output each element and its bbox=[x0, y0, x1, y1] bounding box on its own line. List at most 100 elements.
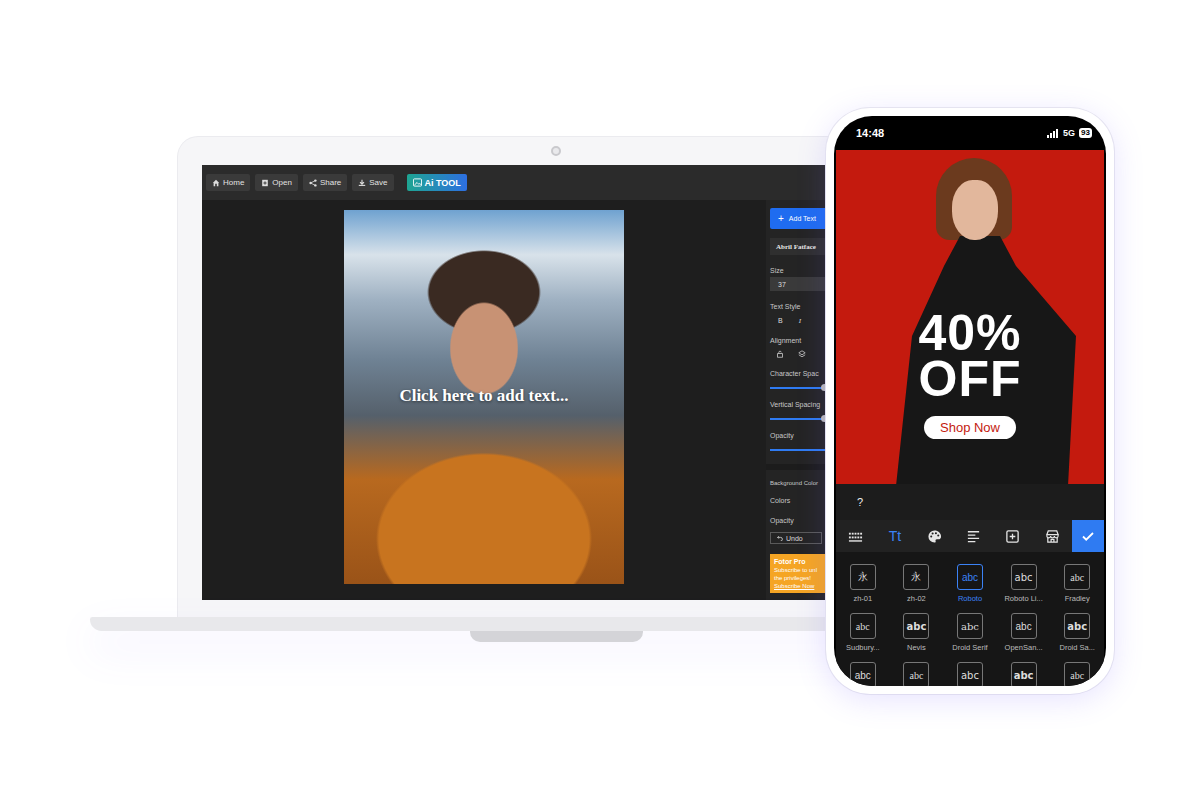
subscribe-link[interactable]: Subscribe Now bbox=[774, 583, 828, 589]
font-select[interactable]: Abril Fatface bbox=[770, 238, 828, 255]
font-option[interactable]: abc Nevis bbox=[890, 613, 944, 662]
pro-promo[interactable]: Fotor ProSubscribe to unlthe privileges!… bbox=[770, 554, 828, 593]
toolbar-button[interactable]: Share bbox=[303, 174, 347, 191]
ai-tool-button[interactable]: Ai TOOL bbox=[407, 174, 467, 191]
slider-track[interactable] bbox=[770, 418, 828, 420]
font-preview[interactable]: abc bbox=[1064, 613, 1090, 639]
font-option[interactable]: abcFradley bbox=[1050, 564, 1104, 613]
store-tool[interactable] bbox=[1033, 520, 1072, 552]
font-preview[interactable]: abc bbox=[850, 613, 876, 639]
font-option[interactable]: abc bbox=[890, 662, 944, 686]
italic-button[interactable]: I bbox=[799, 317, 801, 325]
add-tool[interactable] bbox=[993, 520, 1032, 552]
font-option[interactable]: abcSudbury... bbox=[836, 613, 890, 662]
font-option[interactable]: abc Droid Serif bbox=[943, 613, 997, 662]
slider-label: Vertical Spacing bbox=[770, 401, 828, 408]
font-glyph: abc bbox=[1067, 621, 1087, 632]
font-option[interactable]: abc bbox=[1050, 662, 1104, 686]
toolbar-button-label: Open bbox=[272, 178, 292, 187]
font-name: Roboto bbox=[958, 594, 982, 603]
save-icon bbox=[358, 179, 366, 187]
font-glyph: abc bbox=[1016, 621, 1032, 632]
font-preview[interactable]: abc bbox=[903, 662, 929, 686]
font-preview[interactable]: abc bbox=[1011, 564, 1037, 590]
toolbar-button[interactable]: Save bbox=[352, 174, 393, 191]
font-glyph: abc bbox=[961, 670, 979, 681]
font-glyph: abc bbox=[1015, 572, 1033, 583]
size-input[interactable]: 37 bbox=[770, 277, 828, 291]
font-name: Roboto Li... bbox=[1004, 594, 1042, 603]
font-preview[interactable]: abc bbox=[903, 613, 929, 639]
font-option[interactable]: 永zh-02 bbox=[890, 564, 944, 613]
workspace: Click here to add text... bbox=[202, 200, 766, 600]
text-panel: +Add Text Abril Fatface Size 37 Text Style B I… bbox=[766, 200, 828, 600]
font-preview[interactable]: abc bbox=[957, 564, 983, 590]
undo-button[interactable]: Undo bbox=[770, 532, 822, 544]
font-option[interactable]: abc bbox=[836, 662, 890, 686]
clock: 14:48 bbox=[856, 127, 884, 139]
font-name: OpenSan... bbox=[1005, 643, 1043, 652]
opacity-label: Opacity bbox=[770, 517, 828, 524]
bold-button[interactable]: B bbox=[778, 317, 783, 325]
font-option[interactable]: abc Roboto Li... bbox=[997, 564, 1051, 613]
toolbar-button[interactable]: Open bbox=[255, 174, 298, 191]
tool-bar: Tt bbox=[836, 520, 1104, 552]
font-glyph: abc bbox=[1014, 670, 1034, 681]
font-glyph: abc bbox=[1070, 572, 1084, 583]
slider-track[interactable] bbox=[770, 449, 828, 451]
headline-text[interactable]: 40% bbox=[918, 310, 1021, 356]
shop-now-button[interactable]: Shop Now bbox=[924, 416, 1016, 439]
promo-text: the privileges! bbox=[774, 575, 828, 581]
font-option[interactable]: abc bbox=[943, 662, 997, 686]
font-option[interactable]: abc OpenSan... bbox=[997, 613, 1051, 662]
text-tool[interactable]: Tt bbox=[875, 520, 914, 552]
toolbar-button[interactable]: Home bbox=[206, 174, 250, 191]
canvas-text[interactable]: Click here to add text... bbox=[344, 386, 624, 406]
font-preview[interactable]: abc bbox=[957, 613, 983, 639]
align-tool[interactable] bbox=[954, 520, 993, 552]
slider-label: Character Spac bbox=[770, 370, 828, 377]
font-glyph: abc bbox=[855, 670, 871, 681]
font-option[interactable]: abc bbox=[997, 662, 1051, 686]
font-preview[interactable]: abc bbox=[1011, 662, 1037, 686]
slider-fill bbox=[770, 418, 825, 420]
ad-photo[interactable]: 40%OFF Shop Now bbox=[836, 150, 1104, 484]
font-glyph: abc bbox=[1070, 670, 1084, 681]
font-preview[interactable]: 永 bbox=[850, 564, 876, 590]
store-icon bbox=[1045, 529, 1060, 544]
ai-tool-label: Ai TOOL bbox=[425, 178, 461, 188]
font-preview[interactable]: abc bbox=[1011, 613, 1037, 639]
font-name: Droid Serif bbox=[952, 643, 987, 652]
text-style-label: Text Style bbox=[770, 303, 828, 310]
keyboard-tool[interactable] bbox=[836, 520, 875, 552]
size-label: Size bbox=[770, 267, 828, 274]
font-preview[interactable]: abc bbox=[1064, 662, 1090, 686]
font-preview[interactable]: 永 bbox=[903, 564, 929, 590]
add-text-button[interactable]: +Add Text bbox=[770, 208, 828, 229]
font-preview[interactable]: abc bbox=[957, 662, 983, 686]
font-glyph: abc bbox=[906, 621, 926, 632]
colors-label: Colors bbox=[770, 497, 828, 504]
font-list: 永zh-01永zh-02 abc Roboto abc Roboto Li... abcF… bbox=[836, 552, 1104, 686]
headline-text[interactable]: OFF bbox=[919, 356, 1022, 402]
font-name: Droid Sa... bbox=[1059, 643, 1094, 652]
font-option[interactable]: 永zh-01 bbox=[836, 564, 890, 613]
text-tool-icon: Tt bbox=[889, 528, 901, 544]
laptop: Home Open Share Save Ai TOOL Click here to ad… bbox=[178, 137, 898, 619]
font-preview[interactable]: abc bbox=[850, 662, 876, 686]
slider-track[interactable] bbox=[770, 387, 828, 389]
canvas-photo[interactable]: Click here to add text... bbox=[344, 210, 624, 584]
font-option[interactable]: abc Droid Sa... bbox=[1050, 613, 1104, 662]
slider-label: Opacity bbox=[770, 432, 828, 439]
toolbar-button-label: Home bbox=[223, 178, 244, 187]
add-icon bbox=[1005, 529, 1020, 544]
font-name: Nevis bbox=[907, 643, 926, 652]
palette-tool[interactable] bbox=[915, 520, 954, 552]
slider-fill bbox=[770, 387, 825, 389]
camera-icon bbox=[551, 146, 561, 156]
confirm-button[interactable] bbox=[1072, 520, 1104, 552]
font-preview[interactable]: abc bbox=[1064, 564, 1090, 590]
font-option[interactable]: abc Roboto bbox=[943, 564, 997, 613]
font-glyph: abc bbox=[909, 670, 923, 681]
help-button[interactable]: ? bbox=[852, 494, 868, 510]
